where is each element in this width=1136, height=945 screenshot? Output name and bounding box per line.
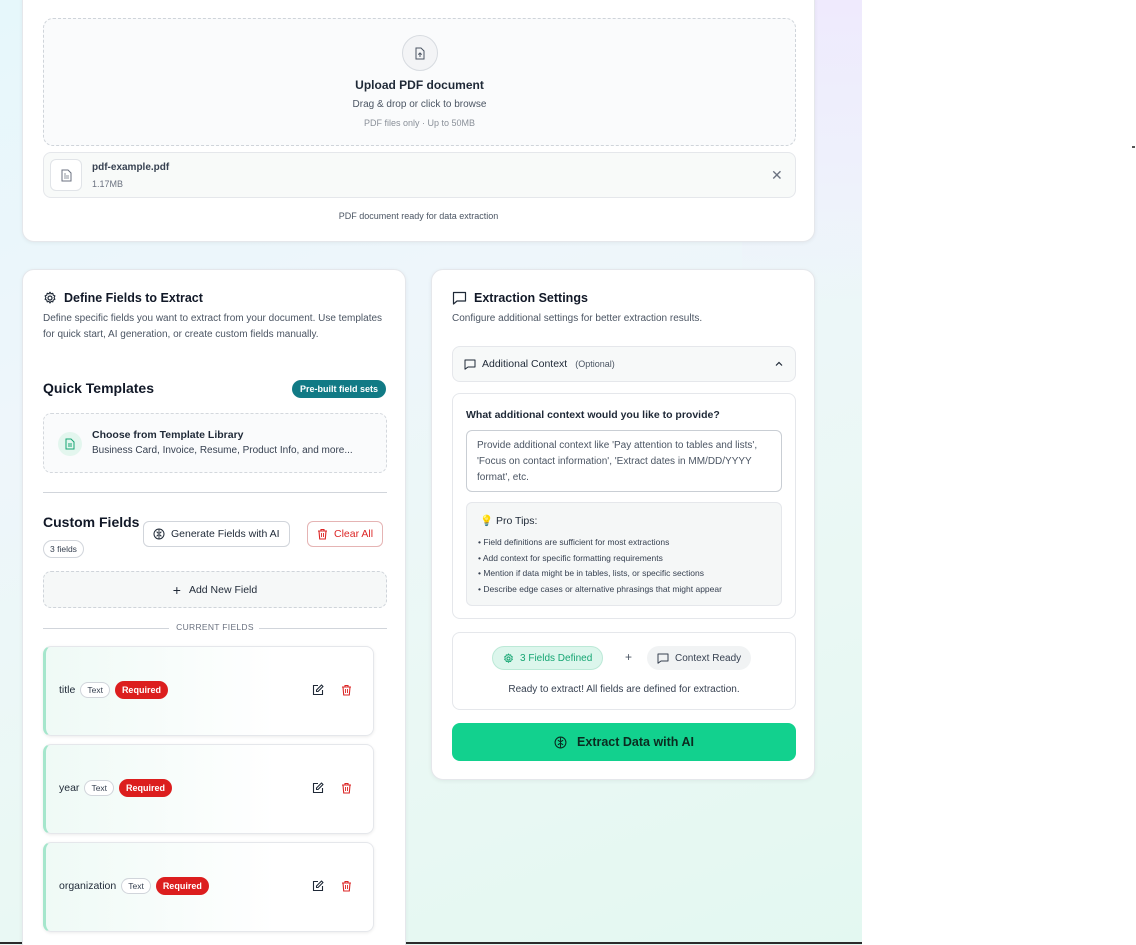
context-ready-label: Context Ready xyxy=(675,652,742,664)
define-fields-header: Define Fields to Extract xyxy=(43,291,203,305)
additional-context-accordion[interactable]: Additional Context (Optional) xyxy=(452,346,796,382)
pro-tip-item: • Mention if data might be in tables, li… xyxy=(478,568,704,579)
clear-all-label: Clear All xyxy=(334,528,374,540)
current-fields-label: CURRENT FIELDS xyxy=(176,622,254,632)
pro-tips-title: 💡 Pro Tips: xyxy=(480,515,538,527)
dropzone-hint: PDF files only · Up to 50MB xyxy=(363,118,476,128)
fields-defined-label: 3 Fields Defined xyxy=(520,652,593,664)
edit-icon[interactable] xyxy=(312,880,324,892)
field-name: title xyxy=(59,684,76,696)
message-square-icon xyxy=(657,653,669,664)
extraction-settings-description: Configure additional settings for better… xyxy=(452,313,703,324)
extract-data-label: Extract Data with AI xyxy=(577,735,694,749)
chevron-up-icon[interactable] xyxy=(774,359,784,369)
generate-fields-label: Generate Fields with AI xyxy=(171,528,280,540)
extraction-settings-card: Extraction Settings Configure additional… xyxy=(431,269,815,780)
field-type-badge: Text xyxy=(84,780,115,796)
stray-mark xyxy=(1132,146,1135,148)
context-textarea[interactable]: Provide additional context like 'Pay att… xyxy=(466,430,782,492)
brain-icon xyxy=(554,736,567,749)
field-card: title Text Required xyxy=(43,646,374,736)
extraction-settings-title: Extraction Settings xyxy=(474,291,588,305)
upload-card: Upload PDF document Drag & drop or click… xyxy=(22,0,815,242)
extraction-settings-header: Extraction Settings xyxy=(452,291,588,305)
add-new-field-label: Add New Field xyxy=(188,583,258,596)
message-square-icon xyxy=(464,359,476,370)
document-icon xyxy=(58,432,82,456)
dropzone-title: Upload PDF document xyxy=(355,78,484,92)
upload-ready-text: PDF document ready for data extraction xyxy=(338,211,499,221)
required-badge: Required xyxy=(114,681,168,699)
required-badge: Required xyxy=(155,877,209,895)
delete-trash-icon[interactable] xyxy=(341,782,352,794)
remove-file-close-icon[interactable]: ✕ xyxy=(771,168,783,182)
context-ready-chip: Context Ready xyxy=(647,646,752,670)
file-size: 1.17MB xyxy=(92,179,124,189)
message-square-icon xyxy=(452,291,467,305)
field-card: organization Text Required xyxy=(43,842,374,932)
context-question: What additional context would you like t… xyxy=(466,409,720,421)
prebuilt-badge: Pre-built field sets xyxy=(292,380,387,398)
edit-icon[interactable] xyxy=(312,782,324,794)
template-library-subtitle: Business Card, Invoice, Resume, Product … xyxy=(92,445,353,456)
edit-icon[interactable] xyxy=(312,684,324,696)
delete-trash-icon[interactable] xyxy=(341,684,352,696)
brain-icon xyxy=(153,528,165,540)
pro-tip-item: • Describe edge cases or alternative phr… xyxy=(478,584,722,595)
fields-defined-chip: 3 Fields Defined xyxy=(492,646,604,670)
generate-fields-ai-button[interactable]: Generate Fields with AI xyxy=(143,521,290,547)
field-name: organization xyxy=(59,880,117,892)
gear-icon xyxy=(43,291,57,305)
field-card: year Text Required xyxy=(43,744,374,834)
template-library-button[interactable]: Choose from Template Library Business Ca… xyxy=(43,413,387,473)
field-name: year xyxy=(59,782,80,794)
pdf-dropzone[interactable]: Upload PDF document Drag & drop or click… xyxy=(43,18,796,146)
fields-count-badge: 3 fields xyxy=(43,540,84,558)
custom-fields-title: Custom Fields xyxy=(43,514,140,530)
define-fields-card: Define Fields to Extract Define specific… xyxy=(22,269,406,945)
plus-separator: + xyxy=(625,650,633,664)
pro-tip-item: • Field definitions are sufficient for m… xyxy=(478,537,670,547)
uploaded-file-row: pdf-example.pdf 1.17MB ✕ xyxy=(43,152,796,198)
quick-templates-title: Quick Templates xyxy=(43,380,155,396)
file-name: pdf-example.pdf xyxy=(92,162,170,173)
pro-tips-list: • Field definitions are sufficient for m… xyxy=(478,535,722,598)
dropzone-subtitle: Drag & drop or click to browse xyxy=(352,99,487,110)
extraction-status-box: 3 Fields Defined + Context Ready Ready t… xyxy=(452,632,796,710)
field-type-badge: Text xyxy=(80,682,110,698)
pro-tip-item: • Add context for specific formatting re… xyxy=(478,552,663,563)
section-divider xyxy=(43,492,387,493)
ready-status-text: Ready to extract! All fields are defined… xyxy=(508,684,740,695)
clear-all-button[interactable]: Clear All xyxy=(307,521,384,547)
add-new-field-button[interactable]: + Add New Field xyxy=(43,571,387,608)
required-badge: Required xyxy=(119,779,173,797)
current-fields-divider: CURRENT FIELDS xyxy=(43,622,387,634)
additional-context-panel: What additional context would you like t… xyxy=(452,393,796,619)
upload-icon xyxy=(402,35,438,71)
pro-tips-box: 💡 Pro Tips: • Field definitions are suff… xyxy=(466,502,782,606)
extract-data-button[interactable]: Extract Data with AI xyxy=(452,723,796,761)
template-library-title: Choose from Template Library xyxy=(92,429,244,441)
delete-trash-icon[interactable] xyxy=(341,880,352,892)
define-fields-description: Define specific fields you want to extra… xyxy=(43,313,383,340)
field-type-badge: Text xyxy=(121,878,151,894)
accordion-optional-label: (Optional) xyxy=(575,359,615,369)
plus-icon: + xyxy=(172,581,181,598)
accordion-title: Additional Context xyxy=(482,358,568,370)
file-icon xyxy=(50,159,82,191)
define-fields-title: Define Fields to Extract xyxy=(64,291,203,305)
gear-icon xyxy=(503,652,514,664)
trash-icon xyxy=(317,528,328,540)
